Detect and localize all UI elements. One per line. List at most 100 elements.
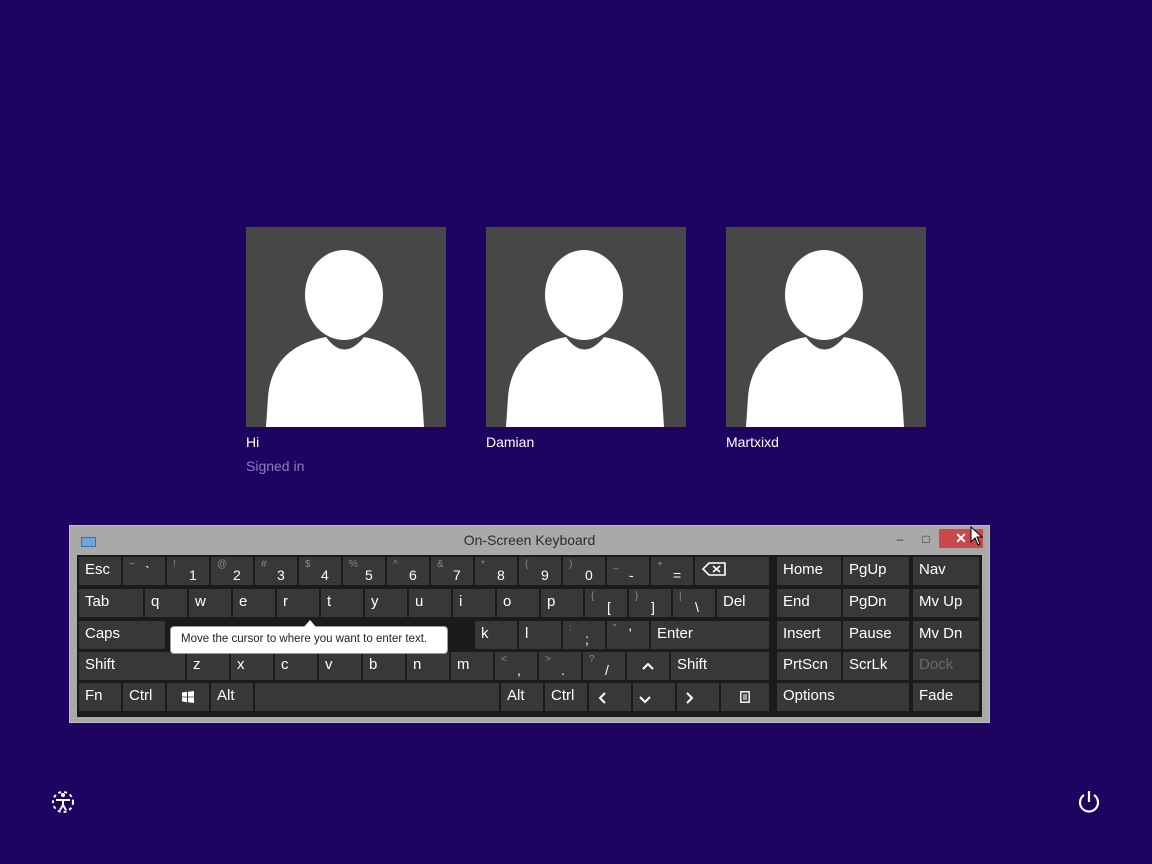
key-caps[interactable]: Caps	[79, 621, 165, 649]
key-space[interactable]	[255, 683, 499, 711]
key-minus[interactable]: _ -	[607, 557, 649, 585]
key-tab[interactable]: Tab	[79, 589, 143, 617]
user-tile-damian[interactable]	[486, 227, 686, 427]
key-scrlk[interactable]: ScrLk	[843, 652, 909, 680]
key-shift-label: ?	[589, 654, 595, 665]
key-r[interactable]: r	[277, 589, 319, 617]
key-backspace[interactable]	[695, 557, 769, 585]
key-prtscn[interactable]: PrtScn	[777, 652, 841, 680]
key-label: ]	[651, 599, 655, 615]
key-9[interactable]: (9	[519, 557, 561, 585]
key-4[interactable]: $4	[299, 557, 341, 585]
key-5[interactable]: % 5	[343, 557, 385, 585]
key-label: c	[281, 656, 289, 673]
key-arrow-right[interactable]	[677, 683, 719, 711]
key-slash[interactable]: ? /	[583, 652, 625, 680]
key-shift-label: >	[545, 654, 551, 665]
key-end[interactable]: End	[777, 589, 841, 617]
key-u[interactable]: u	[409, 589, 451, 617]
key-v[interactable]: v	[319, 652, 361, 680]
key-label: Del	[723, 593, 746, 610]
key-arrow-left[interactable]	[589, 683, 631, 711]
key-arrow-up[interactable]	[627, 652, 669, 680]
key-label: Home	[783, 561, 824, 578]
key-dock[interactable]: Dock	[913, 652, 979, 680]
key-o[interactable]: o	[497, 589, 539, 617]
key-pause[interactable]: Pause	[843, 621, 909, 649]
minimize-button[interactable]: –	[890, 529, 910, 548]
key-c[interactable]: c	[275, 652, 317, 680]
key-left-bracket[interactable]: {[	[585, 589, 627, 617]
key-k[interactable]: k	[475, 621, 517, 649]
key-t[interactable]: t	[321, 589, 363, 617]
key-fn[interactable]: Fn	[79, 683, 121, 711]
key-fade[interactable]: Fade	[913, 683, 979, 711]
key-3[interactable]: #3	[255, 557, 297, 585]
key-q[interactable]: q	[145, 589, 187, 617]
key-i[interactable]: i	[453, 589, 495, 617]
key-insert[interactable]: Insert	[777, 621, 841, 649]
key-n[interactable]: n	[407, 652, 449, 680]
key-label: u	[415, 593, 424, 610]
key-label: 6	[409, 567, 417, 583]
maximize-button[interactable]: □	[916, 529, 936, 548]
key-l[interactable]: l	[519, 621, 561, 649]
user-tile-hi[interactable]	[246, 227, 446, 427]
key-right-shift[interactable]: Shift	[671, 652, 769, 680]
key-mv-dn[interactable]: Mv Dn	[913, 621, 979, 649]
key-pgup[interactable]: PgUp	[843, 557, 909, 585]
key-z[interactable]: z	[187, 652, 229, 680]
key-comma[interactable]: <,	[495, 652, 537, 680]
key-w[interactable]: w	[189, 589, 231, 617]
key-label: =	[673, 567, 682, 583]
user-avatar-icon	[746, 250, 904, 427]
key-label: i	[459, 593, 463, 610]
key-left-alt[interactable]: Alt	[211, 683, 253, 711]
key-shift-label: %	[349, 559, 358, 570]
key-right-bracket[interactable]: }]	[629, 589, 671, 617]
key-label: /	[605, 662, 609, 678]
key-shift-label: _	[613, 559, 619, 570]
key-left-ctrl[interactable]: Ctrl	[123, 683, 165, 711]
key-7[interactable]: & 7	[431, 557, 473, 585]
key-menu[interactable]	[721, 683, 769, 711]
key-del[interactable]: Del	[717, 589, 769, 617]
key-b[interactable]: b	[363, 652, 405, 680]
key-x[interactable]: x	[231, 652, 273, 680]
key-2[interactable]: @2	[211, 557, 253, 585]
key-pgdn[interactable]: PgDn	[843, 589, 909, 617]
ease-of-access-button[interactable]	[50, 789, 76, 815]
key-esc[interactable]: Esc	[79, 557, 121, 585]
key-windows[interactable]	[167, 683, 209, 711]
key-y[interactable]: y	[365, 589, 407, 617]
key-arrow-down[interactable]	[633, 683, 675, 711]
key-left-shift[interactable]: Shift	[79, 652, 185, 680]
key-label: PrtScn	[783, 656, 829, 673]
power-button[interactable]	[1076, 789, 1102, 815]
key-8[interactable]: * 8	[475, 557, 517, 585]
key-m[interactable]: m	[451, 652, 493, 680]
key-label: n	[413, 656, 422, 673]
key-label: m	[457, 656, 470, 673]
key-right-ctrl[interactable]: Ctrl	[545, 683, 587, 711]
key-right-alt[interactable]: Alt	[501, 683, 543, 711]
key-backtick[interactable]: ~ `	[123, 557, 165, 585]
key-6[interactable]: ^ 6	[387, 557, 429, 585]
user-tile-martxixd[interactable]	[726, 227, 926, 427]
key-mv-up[interactable]: Mv Up	[913, 589, 979, 617]
key-options[interactable]: Options	[777, 683, 909, 711]
key-label: x	[237, 656, 245, 673]
key-p[interactable]: p	[541, 589, 583, 617]
arrow-right-icon	[685, 691, 695, 708]
key-equals[interactable]: + =	[651, 557, 693, 585]
key-home[interactable]: Home	[777, 557, 841, 585]
key-semicolon[interactable]: :;	[563, 621, 605, 649]
key-quote[interactable]: " '	[607, 621, 649, 649]
key-e[interactable]: e	[233, 589, 275, 617]
key-period[interactable]: >.	[539, 652, 581, 680]
key-0[interactable]: ) 0	[563, 557, 605, 585]
key-backslash[interactable]: | \	[673, 589, 715, 617]
key-nav[interactable]: Nav	[913, 557, 979, 585]
key-enter[interactable]: Enter	[651, 621, 769, 649]
key-1[interactable]: ! 1	[167, 557, 209, 585]
